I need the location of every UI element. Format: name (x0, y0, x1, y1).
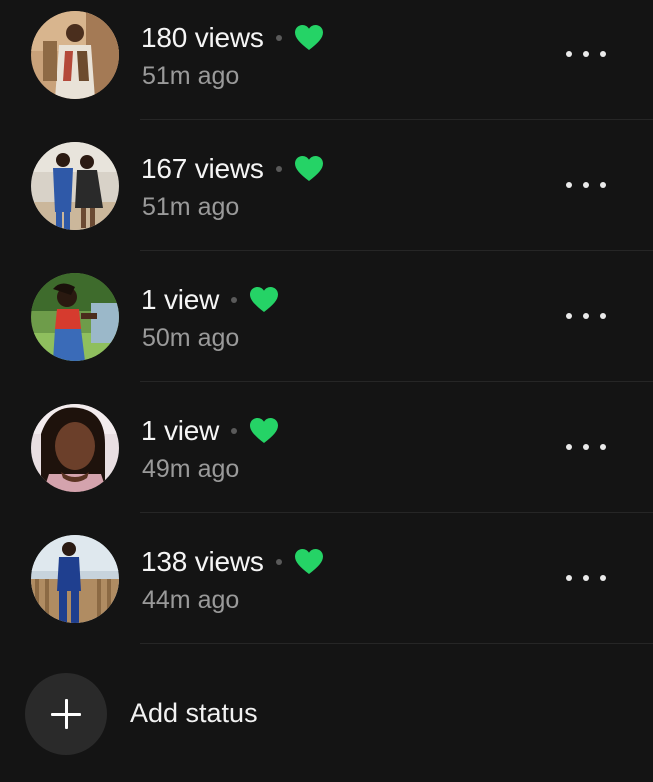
avatar[interactable] (31, 11, 119, 99)
separator-dot (275, 35, 282, 41)
plus-icon[interactable] (25, 673, 107, 755)
separator-dot (275, 166, 282, 172)
views-count: 1 view (141, 415, 220, 446)
views-count: 180 views (141, 22, 264, 53)
separator-dot (231, 428, 238, 434)
status-item[interactable]: 1 view 49m ago (0, 393, 653, 524)
green-heart-icon (250, 287, 279, 312)
views-count: 1 view (141, 284, 220, 315)
status-time: 49m ago (142, 455, 240, 483)
divider (140, 119, 653, 120)
views-line: 1 view (141, 283, 279, 317)
status-time: 50m ago (142, 324, 240, 352)
separator-dot (231, 297, 238, 303)
divider (140, 512, 653, 513)
avatar[interactable] (31, 142, 119, 230)
add-status-button[interactable]: Add status (0, 666, 653, 766)
more-options-icon[interactable] (564, 435, 608, 459)
avatar[interactable] (31, 404, 119, 492)
green-heart-icon (294, 156, 323, 181)
status-time: 51m ago (142, 193, 240, 221)
more-options-icon[interactable] (564, 304, 608, 328)
add-status-label: Add status (130, 698, 258, 728)
green-heart-icon (294, 25, 323, 50)
divider (140, 643, 653, 644)
divider (140, 250, 653, 251)
views-line: 1 view (141, 414, 279, 448)
views-line: 167 views (141, 152, 324, 186)
status-time: 44m ago (142, 586, 240, 614)
avatar[interactable] (31, 535, 119, 623)
green-heart-icon (250, 418, 279, 443)
views-line: 180 views (141, 21, 324, 55)
views-line: 138 views (141, 545, 324, 579)
avatar[interactable] (31, 273, 119, 361)
separator-dot (275, 559, 282, 565)
more-options-icon[interactable] (564, 173, 608, 197)
green-heart-icon (294, 549, 323, 574)
views-count: 167 views (141, 153, 264, 184)
status-item[interactable]: 1 view 50m ago (0, 262, 653, 393)
more-options-icon[interactable] (564, 42, 608, 66)
status-item[interactable]: 180 views 51m ago (0, 0, 653, 131)
more-options-icon[interactable] (564, 566, 608, 590)
views-count: 138 views (141, 546, 264, 577)
status-item[interactable]: 138 views 44m ago (0, 524, 653, 655)
status-item[interactable]: 167 views 51m ago (0, 131, 653, 262)
divider (140, 381, 653, 382)
status-time: 51m ago (142, 62, 240, 90)
